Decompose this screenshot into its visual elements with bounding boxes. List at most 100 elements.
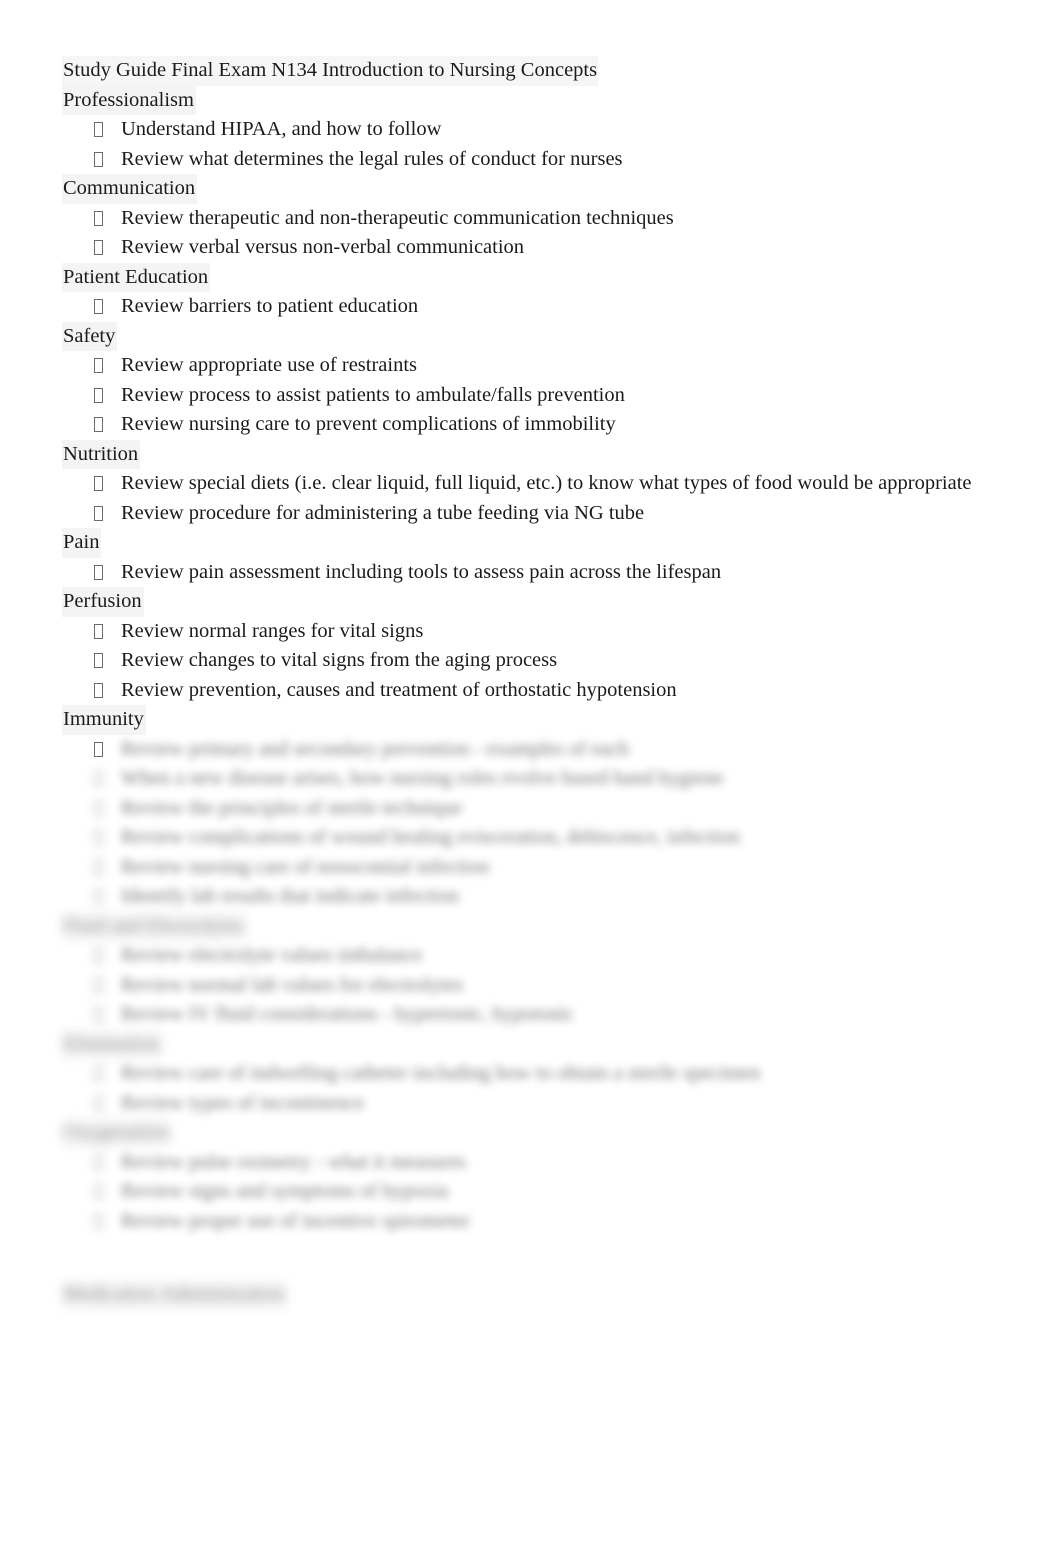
section-heading-label: Perfusion xyxy=(62,587,144,617)
section-heading-patient-education: Patient Education xyxy=(62,262,1022,292)
list-item: Review electrolyte values imbalance xyxy=(62,941,1022,971)
section-heading-label: Elimination xyxy=(62,1030,162,1060)
missing-glyph-box-bullet-icon xyxy=(94,853,121,883)
missing-glyph-box-bullet-icon xyxy=(94,558,121,588)
list-item-label: Review special diets (i.e. clear liquid,… xyxy=(121,472,972,494)
list-item: Review what determines the legal rules o… xyxy=(62,145,1022,175)
document-body: Study Guide Final Exam N134 Introduction… xyxy=(62,56,1022,1310)
list-item-label: Review what determines the legal rules o… xyxy=(121,147,623,170)
section-heading-label: Pain xyxy=(62,528,102,558)
missing-glyph-box-bullet-icon xyxy=(94,823,121,853)
list-item: Review normal ranges for vital signs xyxy=(62,617,1022,647)
list-item-label: Review nursing care of nosocomial infect… xyxy=(121,855,490,878)
section-heading-label: Immunity xyxy=(62,705,146,735)
list-item: Review prevention, causes and treatment … xyxy=(62,676,1022,706)
missing-glyph-box-bullet-icon xyxy=(94,971,121,1001)
list-item: Review care of indwelling catheter inclu… xyxy=(62,1059,1022,1089)
list-item: Review process to assist patients to amb… xyxy=(62,381,1022,411)
list-item-label: Review prevention, causes and treatment … xyxy=(121,678,677,701)
list-item: Review pain assessment including tools t… xyxy=(62,558,1022,588)
list-item: Review normal lab values for electrolyte… xyxy=(62,971,1022,1001)
missing-glyph-box-bullet-icon xyxy=(94,794,121,824)
list-item-label: Review procedure for administering a tub… xyxy=(121,501,645,524)
document-title-row: Study Guide Final Exam N134 Introduction… xyxy=(62,56,1022,86)
missing-glyph-box-bullet-icon xyxy=(94,1177,121,1207)
list-item-label: Review changes to vital signs from the a… xyxy=(121,649,558,671)
list-item: Review IV fluid considerations - hyperto… xyxy=(62,1000,1022,1030)
missing-glyph-box-bullet-icon xyxy=(94,115,121,145)
list-item: Review procedure for administering a tub… xyxy=(62,499,1022,529)
missing-glyph-box-bullet-icon xyxy=(94,204,121,234)
missing-glyph-box-bullet-icon xyxy=(94,735,121,765)
list-item: Review verbal versus non-verbal communic… xyxy=(62,233,1022,263)
list-item-label: When a new disease arises, how nursing r… xyxy=(121,767,724,789)
list-item-label: Understand HIPAA, and how to follow xyxy=(121,118,442,140)
missing-glyph-box-bullet-icon xyxy=(94,617,121,647)
list-item-label: Review electrolyte values imbalance xyxy=(121,944,423,966)
list-item-label: Review signs and symptoms of hypoxia xyxy=(121,1180,449,1202)
section-heading-perfusion: Perfusion xyxy=(62,587,1022,617)
list-item: Review nursing care of nosocomial infect… xyxy=(62,853,1022,883)
list-item: Review special diets (i.e. clear liquid,… xyxy=(62,469,1022,499)
missing-glyph-box-bullet-icon xyxy=(94,941,121,971)
missing-glyph-box-bullet-icon xyxy=(94,1207,121,1237)
list-item-label: Review proper use of incentive spiromete… xyxy=(121,1209,470,1232)
section-heading-immunity: Immunity xyxy=(62,705,1022,735)
missing-glyph-box-bullet-icon xyxy=(94,499,121,529)
section-heading-label: Communication xyxy=(62,174,198,204)
list-item: Review barriers to patient education xyxy=(62,292,1022,322)
list-item: Review signs and symptoms of hypoxia xyxy=(62,1177,1022,1207)
list-item-label: Review pain assessment including tools t… xyxy=(121,560,722,583)
list-item-label: Review types of incontinence xyxy=(121,1091,365,1114)
missing-glyph-box-bullet-icon xyxy=(94,1000,121,1030)
section-heading-label: Medication Administration xyxy=(62,1280,287,1310)
missing-glyph-box-bullet-icon xyxy=(94,233,121,263)
section-heading-elimination: Elimination xyxy=(62,1030,1022,1060)
list-item: Review the principles of sterile techniq… xyxy=(62,794,1022,824)
section-heading-pain: Pain xyxy=(62,528,1022,558)
section-heading-communication: Communication xyxy=(62,174,1022,204)
missing-glyph-box-bullet-icon xyxy=(94,1148,121,1178)
missing-glyph-box-bullet-icon xyxy=(94,381,121,411)
missing-glyph-box-bullet-icon xyxy=(94,351,121,381)
list-item-label: Review pulse oximetry - what it measures xyxy=(121,1150,466,1173)
section-heading-professionalism: Professionalism xyxy=(62,85,1022,115)
list-item: Identify lab results that indicate infec… xyxy=(62,882,1022,912)
list-item-label: Review primary and secondary prevention … xyxy=(121,737,629,760)
missing-glyph-box-bullet-icon xyxy=(94,469,121,499)
section-heading-label: Safety xyxy=(62,321,118,351)
list-item-label: Review normal ranges for vital signs xyxy=(121,619,424,642)
document-page: Study Guide Final Exam N134 Introduction… xyxy=(0,0,1062,1561)
list-item-label: Review therapeutic and non-therapeutic c… xyxy=(121,206,674,229)
section-heading-label: Patient Education xyxy=(62,262,211,292)
list-item: When a new disease arises, how nursing r… xyxy=(62,764,1022,794)
section-heading-nutrition: Nutrition xyxy=(62,439,1022,469)
list-item-label: Review verbal versus non-verbal communic… xyxy=(121,236,525,258)
missing-glyph-box-bullet-icon xyxy=(94,1089,121,1119)
list-item: Review appropriate use of restraints xyxy=(62,351,1022,381)
missing-glyph-box-bullet-icon xyxy=(94,292,121,322)
section-heading-fluid-electrolytes: Fluid and Electrolytes xyxy=(62,912,1022,942)
list-item: Review primary and secondary prevention … xyxy=(62,735,1022,765)
missing-glyph-box-bullet-icon xyxy=(94,1059,121,1089)
list-item: Review proper use of incentive spiromete… xyxy=(62,1207,1022,1237)
missing-glyph-box-bullet-icon xyxy=(94,410,121,440)
missing-glyph-box-bullet-icon xyxy=(94,882,121,912)
missing-glyph-box-bullet-icon xyxy=(94,145,121,175)
missing-glyph-box-bullet-icon xyxy=(94,676,121,706)
section-heading-label: Fluid and Electrolytes xyxy=(62,912,246,942)
list-item: Review types of incontinence xyxy=(62,1089,1022,1119)
list-item-label: Identify lab results that indicate infec… xyxy=(121,885,459,907)
missing-glyph-box-bullet-icon xyxy=(94,646,121,676)
list-item-label: Review the principles of sterile techniq… xyxy=(121,796,462,819)
list-item: Review changes to vital signs from the a… xyxy=(62,646,1022,676)
list-item: Review nursing care to prevent complicat… xyxy=(62,410,1022,440)
list-item-label: Review appropriate use of restraints xyxy=(121,354,418,376)
page-title: Study Guide Final Exam N134 Introduction… xyxy=(62,56,599,86)
list-item-label: Review barriers to patient education xyxy=(121,295,419,317)
list-item-label: Review nursing care to prevent complicat… xyxy=(121,413,616,435)
list-item-label: Review care of indwelling catheter inclu… xyxy=(121,1062,761,1084)
list-item-label: Review normal lab values for electrolyte… xyxy=(121,973,464,996)
section-heading-label: Professionalism xyxy=(62,85,196,115)
